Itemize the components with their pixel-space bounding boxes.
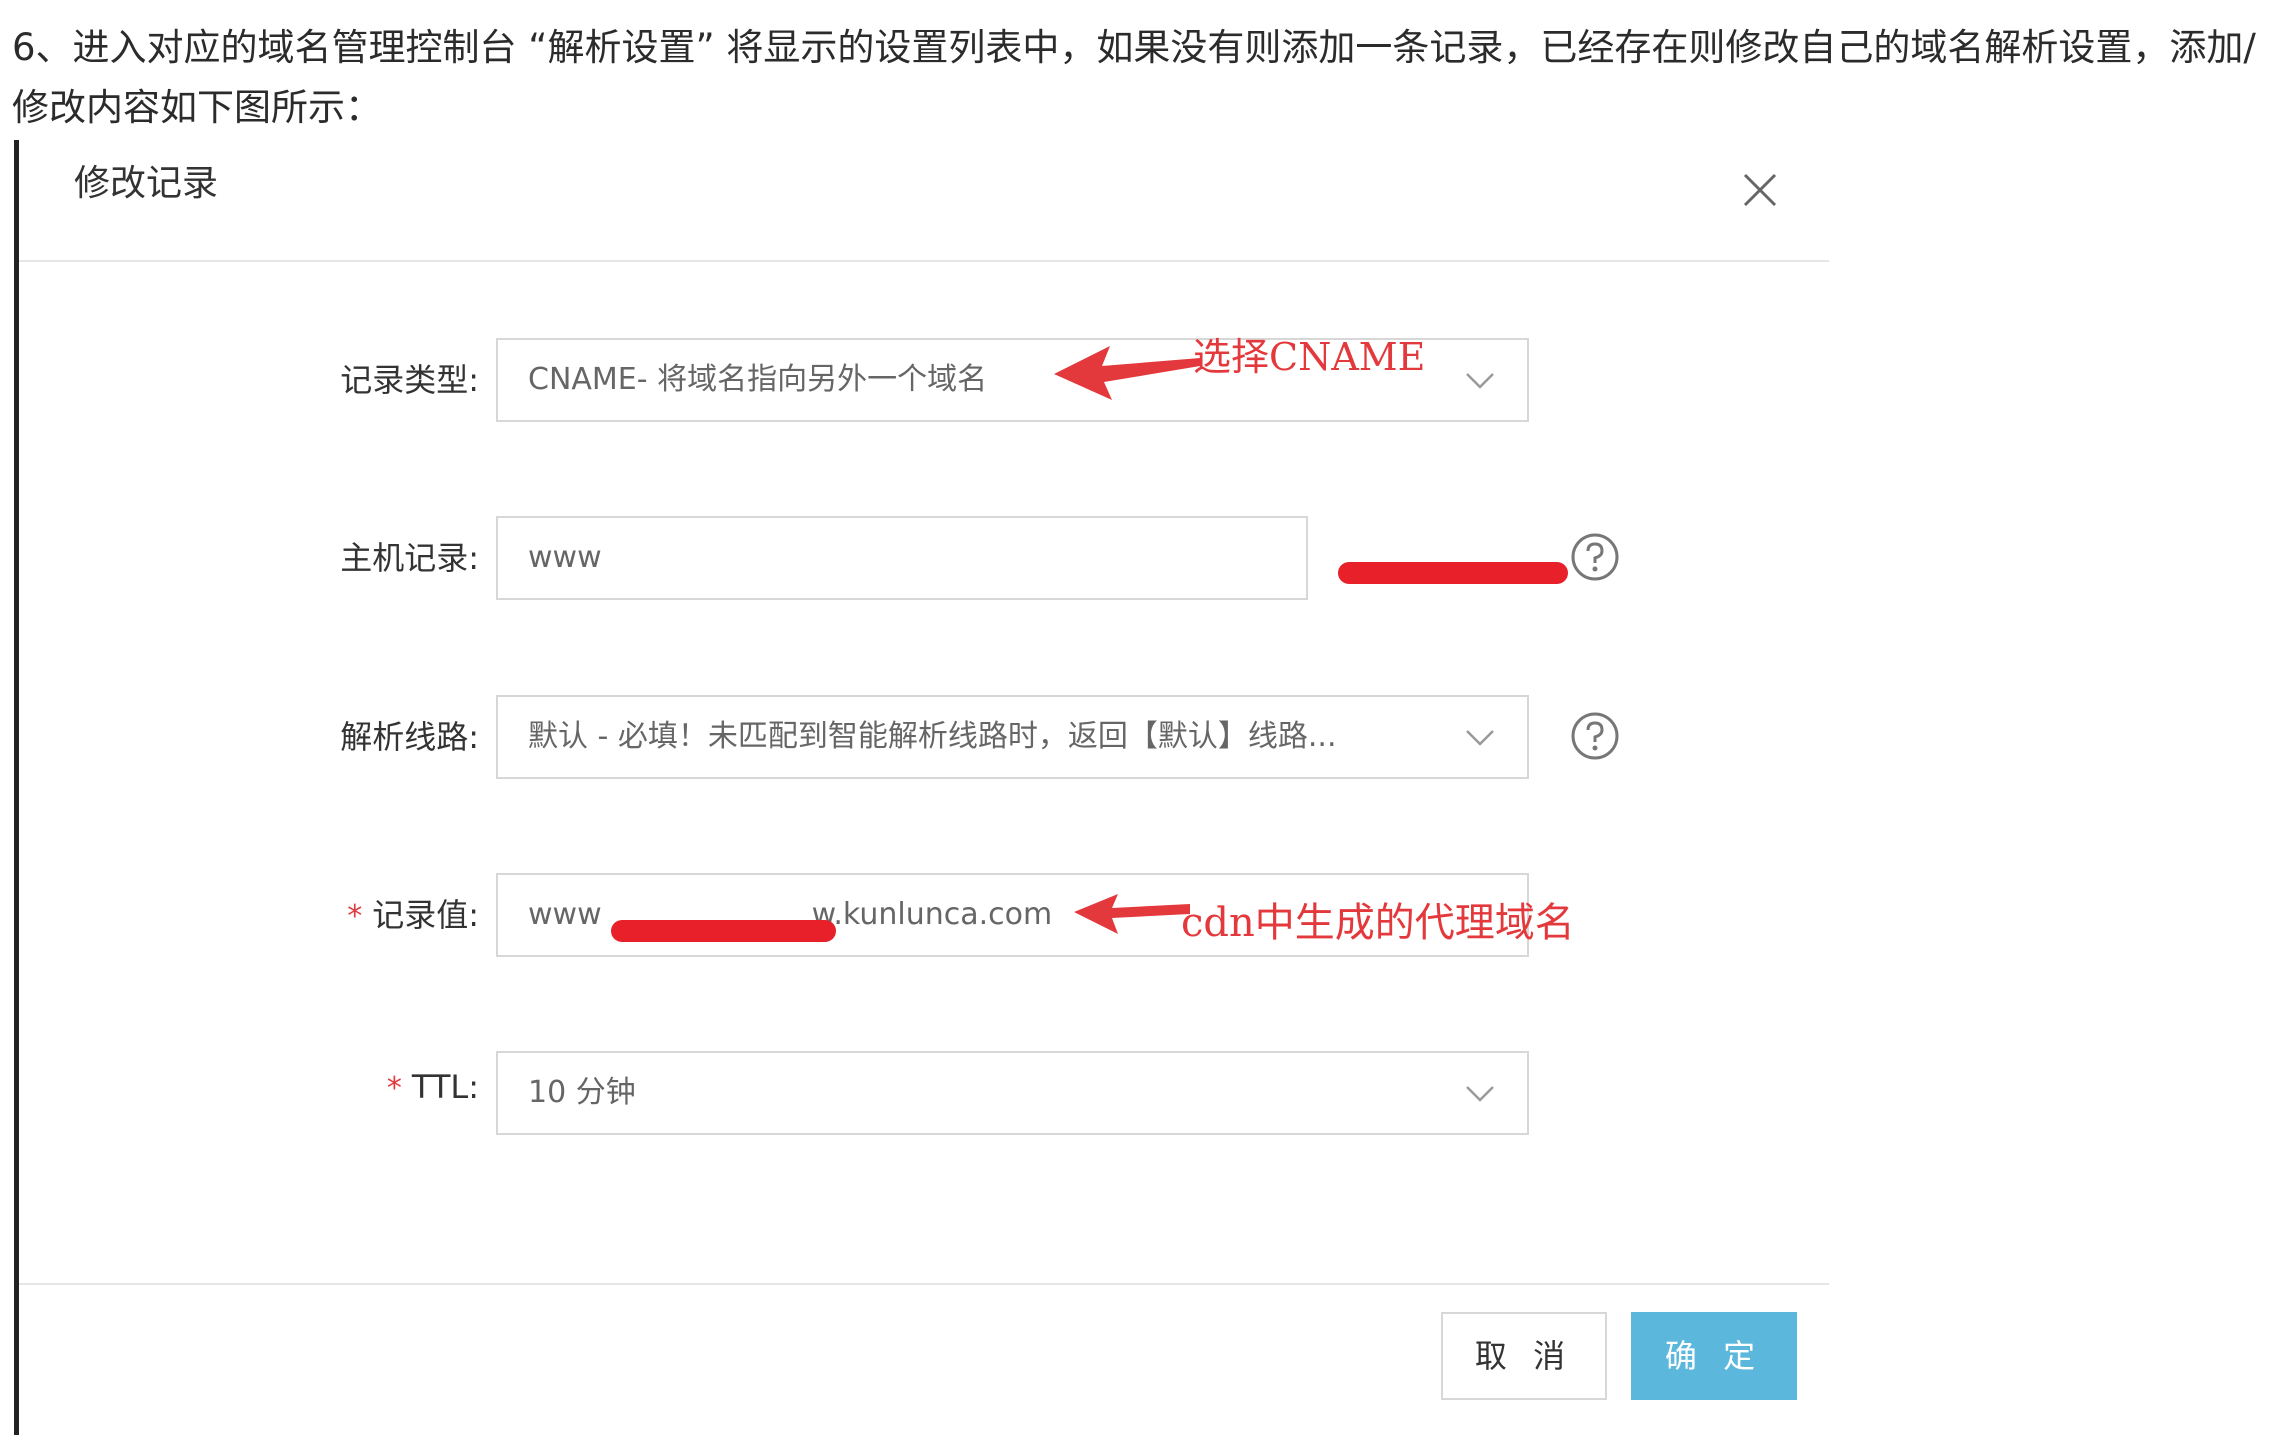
record-type-label: 记录类型:	[340, 361, 479, 399]
host-input[interactable]: www	[496, 516, 1308, 600]
dialog-title: 修改记录	[74, 163, 219, 204]
annotation-select-cname: 选择CNAME	[1193, 335, 1426, 379]
required-mark: *	[347, 899, 363, 934]
host-value: www	[528, 540, 602, 575]
chevron-down-icon	[1466, 730, 1494, 746]
edit-record-dialog: 修改记录 记录类型: CNAME- 将域名指向另外一个域名 主机记录: www	[14, 140, 1829, 1435]
question-circle-icon[interactable]	[1570, 532, 1620, 582]
ttl-label: * TTL:	[386, 1068, 479, 1106]
record-value-label: * 记录值:	[347, 896, 479, 934]
record-type-value: CNAME- 将域名指向另外一个域名	[528, 362, 988, 397]
annotation-arrow-icon	[1054, 346, 1200, 400]
host-label: 主机记录:	[340, 539, 479, 577]
line-select[interactable]: 默认 - 必填！未匹配到智能解析线路时，返回【默认】线路...	[496, 695, 1529, 779]
record-value-start: www	[528, 897, 602, 932]
annotation-arrow-icon	[1074, 894, 1190, 934]
footer-divider	[19, 1283, 1829, 1285]
chevron-down-icon	[1466, 373, 1494, 389]
required-mark: *	[386, 1071, 402, 1106]
intro-paragraph: 6、进入对应的域名管理控制台 “解析设置” 将显示的设置列表中，如果没有则添加一…	[12, 26, 2256, 129]
ttl-select[interactable]: 10 分钟	[496, 1051, 1529, 1135]
annotation-cdn-proxy: cdn中生成的代理域名	[1181, 900, 1575, 946]
redacted-value-mark	[611, 920, 836, 942]
line-value: 默认 - 必填！未匹配到智能解析线路时，返回【默认】线路...	[528, 719, 1337, 754]
close-icon[interactable]	[1737, 167, 1783, 213]
cancel-button[interactable]: 取 消	[1441, 1312, 1607, 1400]
record-value-end: w.kunlunca.com	[811, 897, 1053, 932]
line-label: 解析线路:	[340, 718, 479, 756]
ttl-value: 10 分钟	[528, 1075, 636, 1110]
page: 6、进入对应的域名管理控制台 “解析设置” 将显示的设置列表中，如果没有则添加一…	[0, 0, 2274, 1446]
chevron-down-icon	[1466, 1086, 1494, 1102]
redacted-domain-mark	[1338, 562, 1568, 584]
confirm-button[interactable]: 确 定	[1631, 1312, 1797, 1400]
header-divider	[19, 260, 1829, 262]
question-circle-icon[interactable]	[1570, 711, 1620, 761]
